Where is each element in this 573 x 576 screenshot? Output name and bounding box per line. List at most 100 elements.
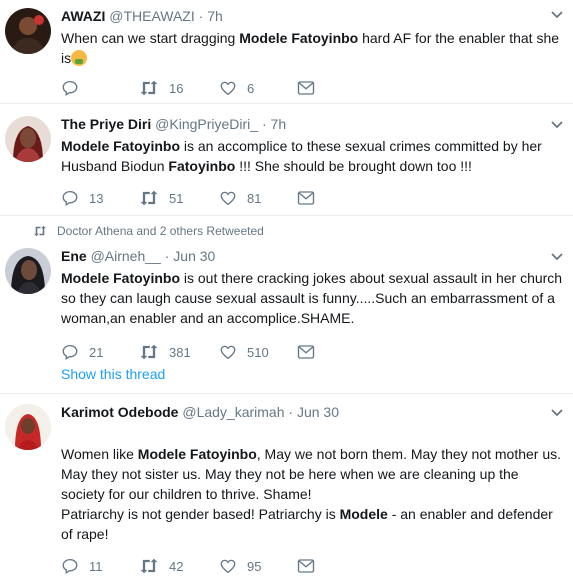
avatar[interactable] [5, 248, 51, 294]
message-icon [297, 191, 315, 205]
timestamp[interactable]: 7h [207, 8, 223, 24]
separator-dot: · [198, 8, 204, 24]
tweet-text-segment: Women like [61, 446, 138, 462]
timestamp[interactable]: Jun 30 [173, 248, 215, 264]
tweet-header: The Priye Diri @KingPriyeDiri_ · 7h [61, 115, 565, 133]
caret-down-icon [551, 11, 563, 19]
direct-message-button[interactable] [297, 558, 315, 574]
show-thread-link[interactable]: Show this thread [61, 366, 165, 382]
like-icon [220, 81, 236, 96]
tweet-actions: 16 6 [61, 78, 565, 98]
display-name[interactable]: The Priye Diri [61, 116, 151, 132]
tweet-text-segment: !!! She should be brought down too !!! [235, 158, 472, 174]
tweet-actions: 13 51 81 [61, 188, 565, 208]
like-icon [220, 559, 236, 574]
tweet-text-bold-segment: Modele Fatoyinbo [239, 30, 359, 46]
tweet-actions: 11 42 95 [61, 556, 565, 576]
more-options-button[interactable] [551, 404, 563, 422]
like-button[interactable]: 95 [219, 557, 297, 575]
like-count: 510 [247, 344, 269, 360]
separator-dot: · [288, 404, 294, 420]
tweet[interactable]: The Priye Diri @KingPriyeDiri_ · 7h Mode… [0, 104, 573, 216]
caret-down-icon [551, 253, 563, 261]
retweet-count: 51 [169, 190, 184, 206]
tweet-text-segment: Patriarchy is not gender based! Patriarc… [61, 506, 336, 522]
retweet-button[interactable]: 381 [139, 343, 219, 361]
reply-button[interactable] [61, 79, 139, 97]
tweet[interactable]: Karimot Odebode @Lady_karimah · Jun 30 W… [0, 394, 573, 575]
message-icon [297, 81, 315, 95]
avatar[interactable] [5, 116, 51, 162]
message-icon [297, 345, 315, 359]
like-icon [220, 191, 236, 206]
retweet-button[interactable]: 42 [139, 557, 219, 575]
reply-icon [62, 344, 78, 361]
like-button[interactable]: 6 [219, 79, 297, 97]
tweet-text: Modele Fatoyinbo is an accomplice to the… [61, 136, 565, 176]
direct-message-button[interactable] [297, 344, 315, 360]
retweet-context-text[interactable]: Doctor Athena and 2 others Retweeted [57, 224, 264, 238]
tweet-text: When can we start dragging Modele Fatoyi… [61, 28, 565, 68]
reply-icon [62, 80, 78, 97]
message-icon [297, 559, 315, 573]
retweet-icon [140, 558, 158, 574]
more-options-button[interactable] [551, 248, 563, 266]
separator-dot: · [164, 248, 170, 264]
user-handle[interactable]: @KingPriyeDiri_ [155, 116, 258, 132]
avatar[interactable] [5, 8, 51, 54]
like-button[interactable]: 510 [219, 343, 297, 361]
like-button[interactable]: 81 [219, 189, 297, 207]
like-count: 95 [247, 558, 262, 574]
nauseated-face-emoji [71, 50, 88, 66]
display-name[interactable]: Ene [61, 248, 87, 264]
direct-message-button[interactable] [297, 190, 315, 206]
tweet-text: Modele Fatoyinbo is out there cracking j… [61, 268, 565, 328]
tweet-header: AWAZI @THEAWAZI · 7h [61, 7, 565, 25]
timestamp[interactable]: Jun 30 [297, 404, 339, 420]
separator-dot: · [261, 116, 267, 132]
retweet-count: 16 [169, 80, 184, 96]
tweet-text: Women like Modele Fatoyinbo, May we not … [61, 424, 565, 544]
reply-count: 11 [89, 558, 103, 574]
retweet-count: 381 [169, 344, 191, 360]
tweet-header: Karimot Odebode @Lady_karimah · Jun 30 [61, 403, 565, 421]
display-name[interactable]: AWAZI [61, 8, 105, 24]
avatar[interactable] [5, 404, 51, 450]
tweet-actions: 21 381 510 [61, 342, 565, 362]
timestamp[interactable]: 7h [271, 116, 287, 132]
caret-down-icon [551, 121, 563, 129]
user-handle[interactable]: @Airneh__ [91, 248, 161, 264]
retweet-button[interactable]: 16 [139, 79, 219, 97]
retweet-icon [34, 225, 46, 237]
reply-count: 13 [89, 190, 104, 206]
reply-button[interactable]: 11 [61, 557, 139, 575]
retweet-context: Doctor Athena and 2 others Retweeted [33, 224, 264, 238]
display-name[interactable]: Karimot Odebode [61, 404, 178, 420]
tweet-text-bold-segment: Fatoyinbo [168, 158, 236, 174]
tweet-text-bold-segment: Modele Fatoyinbo [137, 446, 257, 462]
tweet[interactable]: AWAZI @THEAWAZI · 7h When can we start d… [0, 0, 573, 104]
like-icon [220, 345, 236, 360]
reply-button[interactable]: 21 [61, 343, 139, 361]
like-count: 81 [247, 190, 262, 206]
tweet-header: Ene @Airneh__ · Jun 30 [61, 247, 565, 265]
tweet-text-bold-segment: Modele Fatoyinbo [61, 138, 180, 154]
tweet-text-bold-segment: Modele Fatoyinbo [61, 270, 180, 286]
user-handle[interactable]: @THEAWAZI [109, 8, 195, 24]
tweet[interactable]: Doctor Athena and 2 others Retweeted Ene… [0, 216, 573, 394]
user-handle[interactable]: @Lady_karimah [182, 404, 284, 420]
retweet-count: 42 [169, 558, 184, 574]
retweet-icon [140, 190, 158, 206]
reply-count: 21 [89, 344, 104, 360]
like-count: 6 [247, 80, 255, 96]
reply-icon [62, 558, 78, 575]
retweet-button[interactable]: 51 [139, 189, 219, 207]
direct-message-button[interactable] [297, 80, 315, 96]
more-options-button[interactable] [551, 6, 563, 24]
more-options-button[interactable] [551, 116, 563, 134]
tweet-text-segment: When can we start dragging [61, 30, 240, 46]
retweet-icon [140, 344, 158, 360]
reply-button[interactable]: 13 [61, 189, 139, 207]
caret-down-icon [551, 409, 563, 417]
reply-icon [62, 190, 78, 207]
